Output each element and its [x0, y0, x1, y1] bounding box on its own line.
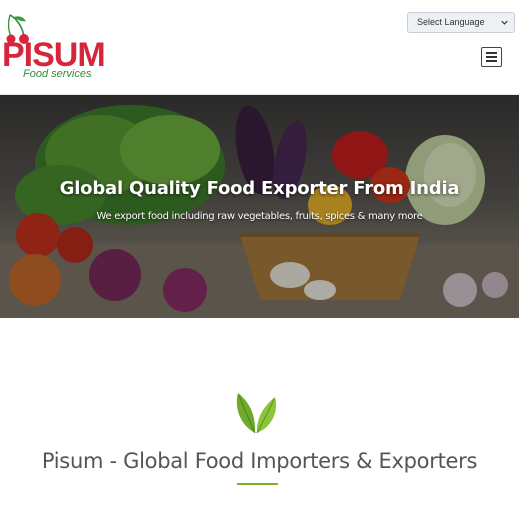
- hero-subtitle: We export food including raw vegetables,…: [96, 211, 423, 222]
- section-heading: Pisum - Global Food Importers & Exporter…: [41, 449, 478, 473]
- hero-banner: Global Quality Food Exporter From India …: [0, 95, 519, 318]
- site-logo[interactable]: PISUM Food services: [2, 12, 106, 82]
- hamburger-menu-button[interactable]: [481, 47, 502, 67]
- language-select[interactable]: Select Language: [407, 12, 515, 33]
- language-select-value: Select Language: [417, 17, 485, 27]
- logo-wordmark: PISUM: [2, 36, 106, 74]
- heading-underline: [237, 483, 278, 485]
- leaf-icon: [236, 393, 277, 434]
- site-header: PISUM Food services Select Language: [0, 0, 519, 95]
- vegetables-hero-image: [0, 95, 519, 318]
- hamburger-line: [486, 52, 497, 54]
- hamburger-line: [486, 60, 497, 62]
- chevron-down-icon: [501, 20, 508, 25]
- hamburger-line: [486, 56, 497, 58]
- logo-tagline: Food services: [23, 68, 92, 80]
- hero-title: Global Quality Food Exporter From India: [59, 178, 460, 199]
